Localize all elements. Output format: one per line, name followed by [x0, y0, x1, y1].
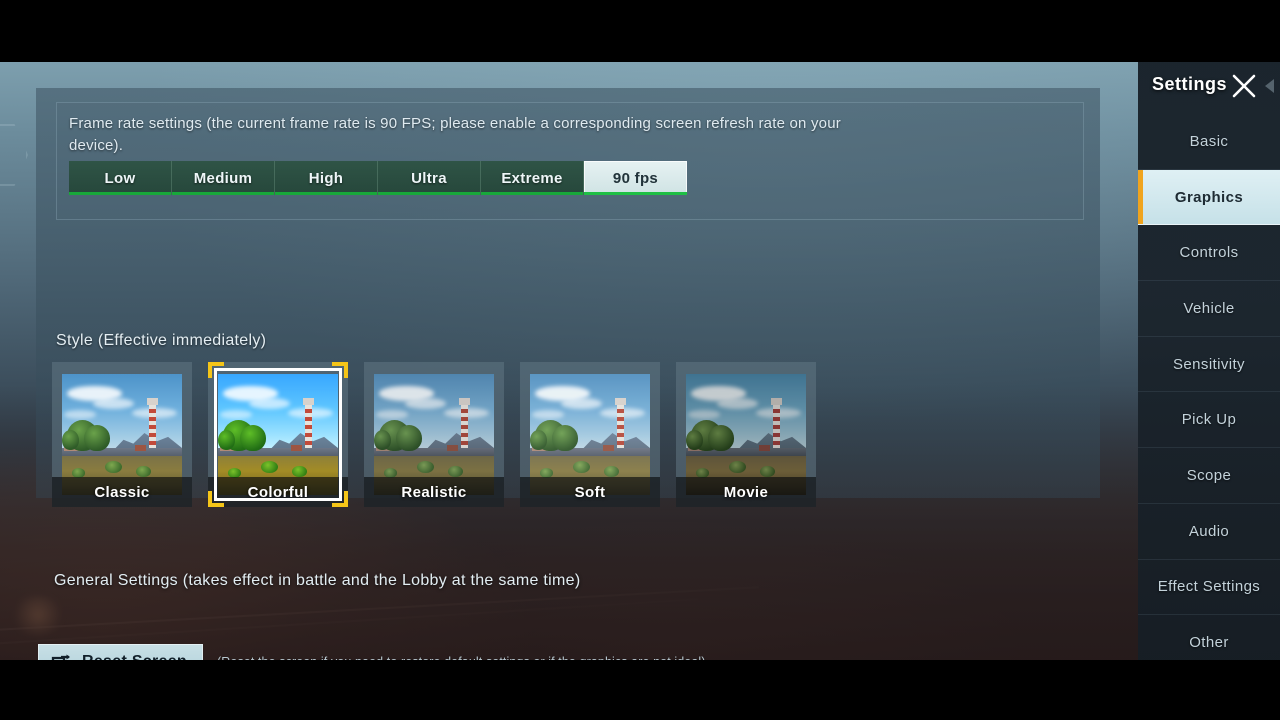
- settings-sidebar: Settings Basic Graphics Controls Vehicle: [1138, 62, 1280, 671]
- sidebar-item-label: Scope: [1186, 466, 1232, 484]
- letterbox-top: [0, 0, 1280, 62]
- sidebar-item-graphics[interactable]: Graphics: [1138, 169, 1280, 226]
- style-section-label: Style (Effective immediately): [56, 332, 267, 349]
- sidebar-item-label: Controls: [1179, 244, 1239, 262]
- reset-screen-label: Reset Screen: [82, 653, 187, 660]
- frame-rate-option-extreme[interactable]: Extreme: [481, 161, 584, 195]
- style-card-soft[interactable]: Soft: [520, 362, 660, 507]
- settings-title: Settings: [1152, 74, 1228, 94]
- sidebar-item-sensitivity[interactable]: Sensitivity: [1138, 337, 1280, 393]
- close-icon[interactable]: [1230, 72, 1258, 100]
- sidebar-item-label: Vehicle: [1183, 299, 1235, 317]
- sidebar-item-label: Graphics: [1174, 188, 1244, 206]
- frame-rate-option-high[interactable]: High: [275, 161, 378, 195]
- frame-rate-selector[interactable]: Low Medium High Ultra Extreme 90 fps: [69, 161, 687, 195]
- sidebar-item-vehicle[interactable]: Vehicle: [1138, 281, 1280, 337]
- sidebar-item-label: Effect Settings: [1157, 578, 1261, 596]
- sidebar-header: Settings: [1138, 62, 1280, 108]
- background-structure-line-2: [0, 598, 699, 648]
- style-card-movie[interactable]: Movie: [676, 362, 816, 507]
- graphics-settings-panel: Frame rate settings (the current frame r…: [36, 88, 1100, 507]
- sidebar-item-pick-up[interactable]: Pick Up: [1138, 392, 1280, 449]
- frame-rate-option-ultra[interactable]: Ultra: [378, 161, 481, 195]
- style-card-label: Classic: [52, 477, 192, 507]
- game-screen: Frame rate settings (the current frame r…: [0, 0, 1280, 720]
- background-light-glow: [10, 596, 66, 636]
- style-card-label: Colorful: [208, 477, 348, 507]
- background-structure-line: [0, 586, 759, 634]
- frame-rate-option-90fps[interactable]: 90 fps: [584, 161, 687, 195]
- game-viewport: Frame rate settings (the current frame r…: [0, 62, 1280, 660]
- sidebar-item-label: Other: [1189, 634, 1229, 652]
- style-card-label: Realistic: [364, 477, 504, 507]
- sidebar-item-controls[interactable]: Controls: [1138, 225, 1280, 282]
- chevron-right-icon[interactable]: [1265, 79, 1274, 93]
- reset-screen-button[interactable]: Reset Screen: [38, 644, 203, 660]
- sidebar-item-basic[interactable]: Basic: [1138, 114, 1280, 170]
- settings-menu: Basic Graphics Controls Vehicle Sensitiv…: [1138, 114, 1280, 671]
- style-card-label: Movie: [676, 477, 816, 507]
- reset-screen-row: Reset Screen (Reset the screen if you ne…: [38, 644, 706, 660]
- general-settings-label: General Settings (takes effect in battle…: [54, 572, 581, 589]
- sidebar-item-label: Sensitivity: [1173, 355, 1245, 373]
- sidebar-item-effect-settings[interactable]: Effect Settings: [1138, 560, 1280, 616]
- sidebar-item-audio[interactable]: Audio: [1138, 504, 1280, 560]
- sidebar-item-scope[interactable]: Scope: [1138, 448, 1280, 504]
- style-card-list: Classic Colorful Realistic Soft Movie: [52, 362, 816, 507]
- frame-rate-option-low[interactable]: Low: [69, 161, 172, 195]
- frame-rate-description: Frame rate settings (the current frame r…: [69, 115, 841, 154]
- sidebar-item-label: Audio: [1188, 522, 1230, 540]
- style-card-label: Soft: [520, 477, 660, 507]
- sidebar-item-label: Pick Up: [1181, 411, 1237, 429]
- sidebar-item-label: Basic: [1189, 132, 1229, 150]
- style-card-realistic[interactable]: Realistic: [364, 362, 504, 507]
- frame-rate-section: Frame rate settings (the current frame r…: [56, 102, 1084, 220]
- letterbox-bottom: [0, 660, 1280, 720]
- style-card-classic[interactable]: Classic: [52, 362, 192, 507]
- style-card-colorful[interactable]: Colorful: [208, 362, 348, 507]
- frame-rate-option-medium[interactable]: Medium: [172, 161, 275, 195]
